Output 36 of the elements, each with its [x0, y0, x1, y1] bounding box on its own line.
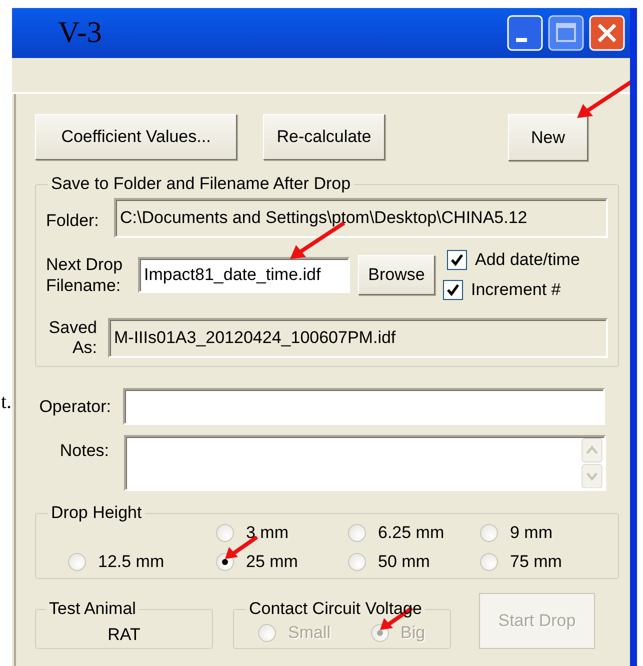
- scroll-down-icon: [581, 464, 603, 488]
- operator-field[interactable]: [123, 388, 605, 425]
- toolbar-button[interactable]: Re-calculate: [263, 114, 385, 160]
- group-title: Save to Folder and Filename After Drop: [50, 174, 352, 194]
- checkbox-label[interactable]: Add date/time: [475, 250, 580, 270]
- group-title: Drop Height: [50, 503, 143, 523]
- checkbox[interactable]: [447, 250, 467, 270]
- minimize-button[interactable]: [507, 15, 543, 51]
- group-title: Test Animal: [48, 599, 137, 619]
- radio-button[interactable]: 6.25 mm: [348, 523, 444, 543]
- checkbox[interactable]: [443, 280, 463, 300]
- field-label: Next Drop Filename:: [46, 254, 124, 296]
- saved-as-field[interactable]: M-IIIs01A3_20120424_100607PM.idf: [108, 318, 608, 358]
- field-label: Saved As:: [48, 318, 98, 358]
- field-label: Notes:: [58, 440, 109, 461]
- toolbar-button[interactable]: Coefficient Values...: [35, 114, 237, 160]
- filename-field[interactable]: Impact81_date_time.idf: [138, 257, 350, 293]
- radio-button[interactable]: 12.5 mm: [68, 552, 164, 572]
- window-title: V-3: [58, 16, 102, 50]
- scroll-up-icon: [581, 438, 603, 462]
- field-label: Operator:: [38, 396, 111, 416]
- maximize-button[interactable]: [548, 15, 584, 51]
- background-text: t.: [1, 391, 12, 414]
- notes-field[interactable]: [124, 435, 606, 491]
- radio-button[interactable]: 75 mm: [480, 552, 562, 572]
- folder-field[interactable]: C:\Documents and Settings\ptom\Desktop\CHINA5.12: [114, 198, 608, 238]
- field-label: Folder:: [46, 210, 100, 231]
- radio-button[interactable]: 50 mm: [348, 552, 430, 572]
- close-button[interactable]: [589, 15, 625, 51]
- browse-button[interactable]: Browse: [358, 255, 435, 295]
- group-title: Contact Circuit Voltage: [248, 599, 423, 619]
- radio-button[interactable]: 9 mm: [480, 523, 552, 543]
- toolbar-button[interactable]: New: [508, 114, 588, 161]
- animal-value: RAT: [106, 624, 142, 645]
- radio-button[interactable]: 3 mm: [216, 523, 288, 543]
- checkbox-label[interactable]: Increment #: [471, 280, 561, 300]
